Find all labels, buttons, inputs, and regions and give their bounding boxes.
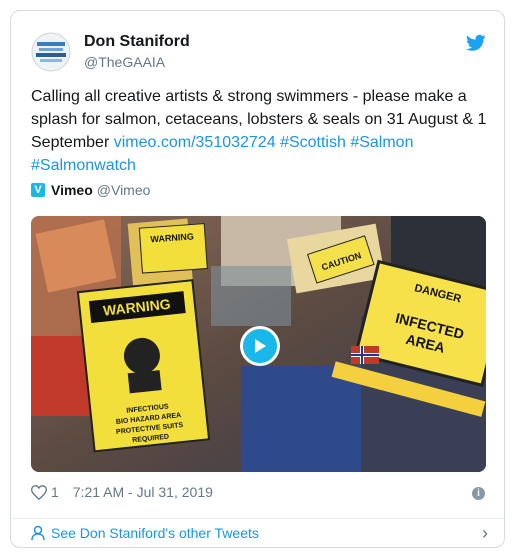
source-name: Vimeo xyxy=(51,182,93,198)
vimeo-link[interactable]: vimeo.com/351032724 xyxy=(114,134,276,151)
see-more-label: See Don Staniford's other Tweets xyxy=(51,525,259,541)
info-icon[interactable]: i xyxy=(472,487,485,500)
author-handle[interactable]: @TheGAAIA xyxy=(84,54,165,70)
hashtag-salmonwatch[interactable]: #Salmonwatch xyxy=(31,157,136,174)
like-count[interactable]: 1 xyxy=(51,484,59,500)
timestamp[interactable]: 7:21 AM - Jul 31, 2019 xyxy=(73,484,213,500)
tweet-meta: 1 7:21 AM - Jul 31, 2019 xyxy=(31,484,213,500)
tweet-card: Don Staniford @TheGAAIA Calling all crea… xyxy=(10,10,505,548)
chevron-right-icon[interactable]: › xyxy=(482,523,488,544)
vimeo-icon: V xyxy=(31,183,45,197)
divider xyxy=(11,518,504,519)
person-icon xyxy=(31,525,45,541)
see-more-tweets-link[interactable]: See Don Staniford's other Tweets xyxy=(31,525,259,541)
avatar[interactable] xyxy=(31,32,71,72)
source-handle: @Vimeo xyxy=(96,182,151,198)
play-button[interactable] xyxy=(240,326,280,366)
video-thumbnail[interactable]: WARNING INFECTIOUS BIO HAZARD AREA PROTE… xyxy=(31,216,486,472)
author-name[interactable]: Don Staniford xyxy=(84,33,190,51)
tweet-text: Calling all creative artists & strong sw… xyxy=(31,85,491,177)
hashtag-scottish[interactable]: #Scottish xyxy=(280,134,346,151)
link-source[interactable]: V Vimeo @Vimeo xyxy=(31,182,150,198)
hashtag-salmon[interactable]: #Salmon xyxy=(350,134,413,151)
twitter-bird-icon[interactable] xyxy=(466,34,486,52)
heart-icon[interactable] xyxy=(31,484,47,500)
play-icon xyxy=(255,339,266,353)
